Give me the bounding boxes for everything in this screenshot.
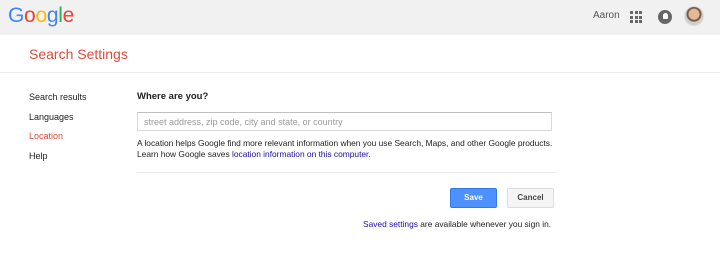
google-logo[interactable]: Google xyxy=(8,3,74,29)
page-title: Search Settings xyxy=(29,46,128,62)
section-title: Where are you? xyxy=(137,91,209,102)
bell-icon[interactable] xyxy=(658,10,672,24)
saved-settings-text: are available whenever you sign in. xyxy=(417,219,552,229)
logo-letter: e xyxy=(62,4,75,27)
sidebar-item-languages[interactable]: Languages xyxy=(29,111,87,131)
top-bar: Google Aaron xyxy=(0,0,720,35)
location-info-link[interactable]: location information on this computer xyxy=(232,149,368,159)
sidebar-item-help[interactable]: Help xyxy=(29,150,87,170)
help-text-end: . xyxy=(368,149,371,159)
location-help-text: A location helps Google find more releva… xyxy=(137,138,557,160)
saved-settings-note: Saved settings are available whenever yo… xyxy=(363,219,551,229)
location-input[interactable] xyxy=(137,112,552,131)
logo-letter: G xyxy=(8,4,25,27)
cancel-button[interactable]: Cancel xyxy=(507,188,554,208)
sidebar-item-search-results[interactable]: Search results xyxy=(29,91,87,111)
saved-settings-link[interactable]: Saved settings xyxy=(363,219,418,229)
logo-letter: g xyxy=(46,4,59,27)
settings-sidebar: Search results Languages Location Help xyxy=(29,91,87,169)
sidebar-item-location[interactable]: Location xyxy=(29,130,87,150)
divider xyxy=(137,172,557,173)
logo-letter: o xyxy=(35,4,47,27)
save-button[interactable]: Save xyxy=(450,188,497,208)
avatar[interactable] xyxy=(684,6,704,26)
logo-letter: o xyxy=(24,4,36,27)
apps-grid-icon[interactable] xyxy=(630,11,642,23)
user-name[interactable]: Aaron xyxy=(593,10,620,21)
page-header: Search Settings xyxy=(0,35,720,73)
